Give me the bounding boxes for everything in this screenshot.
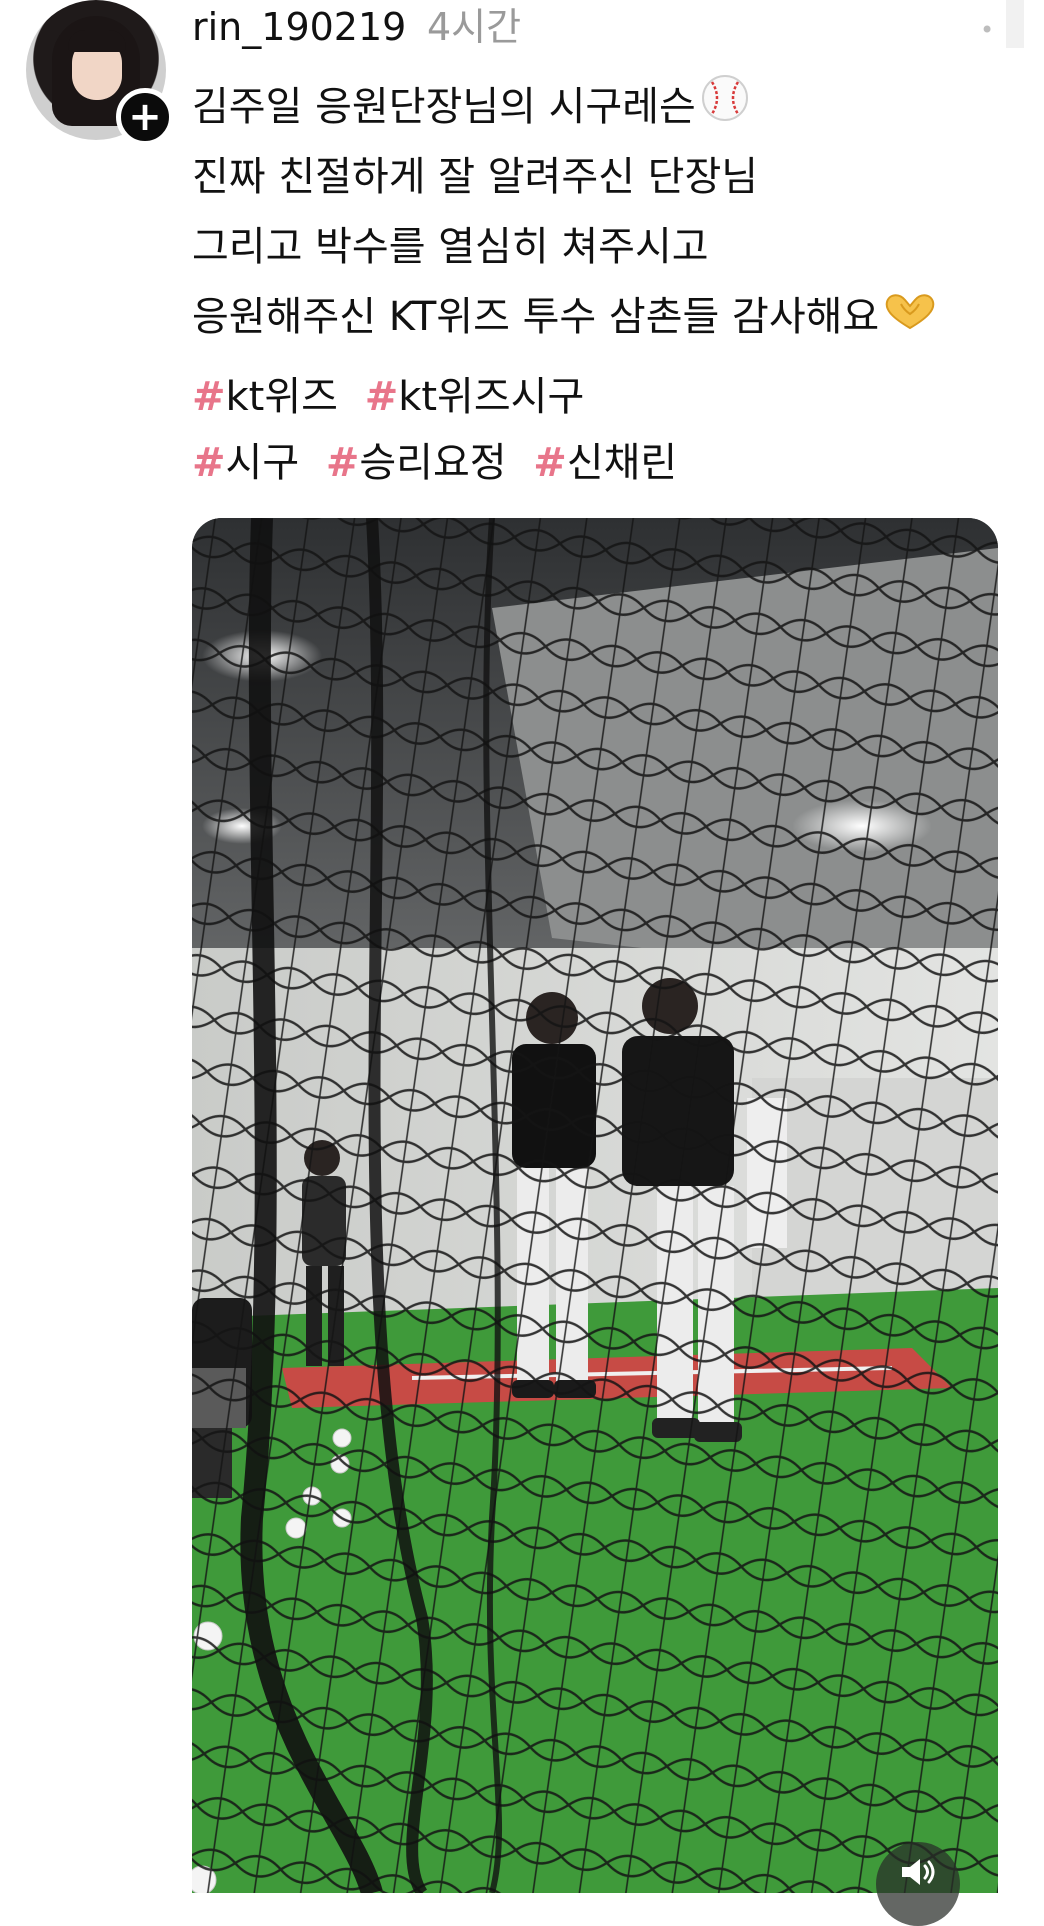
hashtag-text: kt위즈 xyxy=(225,374,338,420)
hashtag-row: #시구 #승리요정 #신채린 xyxy=(192,430,1012,496)
caption-line: 응원해주신 KT위즈 투수 삼촌들 감사해요 xyxy=(192,282,1012,352)
batting-cage-net xyxy=(192,518,998,1893)
hashtag-symbol: # xyxy=(325,440,360,486)
hashtag-link[interactable]: #kt위즈 xyxy=(192,374,338,420)
caption-text: 응원해주신 KT위즈 투수 삼촌들 감사해요 xyxy=(192,294,880,340)
video-frame-illustration xyxy=(192,518,998,1893)
heart-hands-emoji xyxy=(883,284,937,354)
hashtag-text: kt위즈시구 xyxy=(398,374,585,420)
hashtag-link[interactable]: #시구 xyxy=(192,440,299,486)
hashtag-text: 시구 xyxy=(225,440,300,486)
scrollbar-strip xyxy=(1006,0,1024,48)
avatar-bangs xyxy=(68,30,126,52)
baseball-emoji xyxy=(700,73,750,145)
hashtag-link[interactable]: #신채린 xyxy=(533,440,677,486)
hashtag-symbol: # xyxy=(364,374,399,420)
post-timestamp: 4시간 xyxy=(427,5,522,49)
hashtag-link[interactable]: #kt위즈시구 xyxy=(365,374,585,420)
caption-line: 진짜 친절하게 잘 알려주신 단장님 xyxy=(192,154,759,200)
hashtag-symbol: # xyxy=(192,374,226,420)
speaker-icon[interactable] xyxy=(876,1842,960,1926)
username[interactable]: rin_190219 xyxy=(192,2,406,52)
hashtag-list: #kt위즈 #kt위즈시구 #시구 #승리요정 #신채린 xyxy=(192,364,1012,496)
caption-line: 그리고 박수를 열심히 쳐주시고 xyxy=(192,224,709,270)
hashtag-symbol: # xyxy=(192,440,226,486)
hashtag-text: 승리요정 xyxy=(359,440,507,486)
hashtag-link[interactable]: #승리요정 xyxy=(326,440,507,486)
hashtag-symbol: # xyxy=(533,440,567,486)
hashtag-row: #kt위즈 #kt위즈시구 xyxy=(192,364,1012,430)
caption-text: 김주일 응원단장님의 시구레슨 xyxy=(192,84,696,130)
hashtag-text: 신채린 xyxy=(566,440,678,486)
post-caption: 김주일 응원단장님의 시구레슨 진짜 친절하게 잘 알려주신 단장님 그리고 박… xyxy=(192,72,1012,352)
plus-icon[interactable]: + xyxy=(116,88,174,146)
caption-line: 김주일 응원단장님의 시구레슨 xyxy=(192,72,1012,142)
post-video[interactable] xyxy=(192,518,998,1893)
